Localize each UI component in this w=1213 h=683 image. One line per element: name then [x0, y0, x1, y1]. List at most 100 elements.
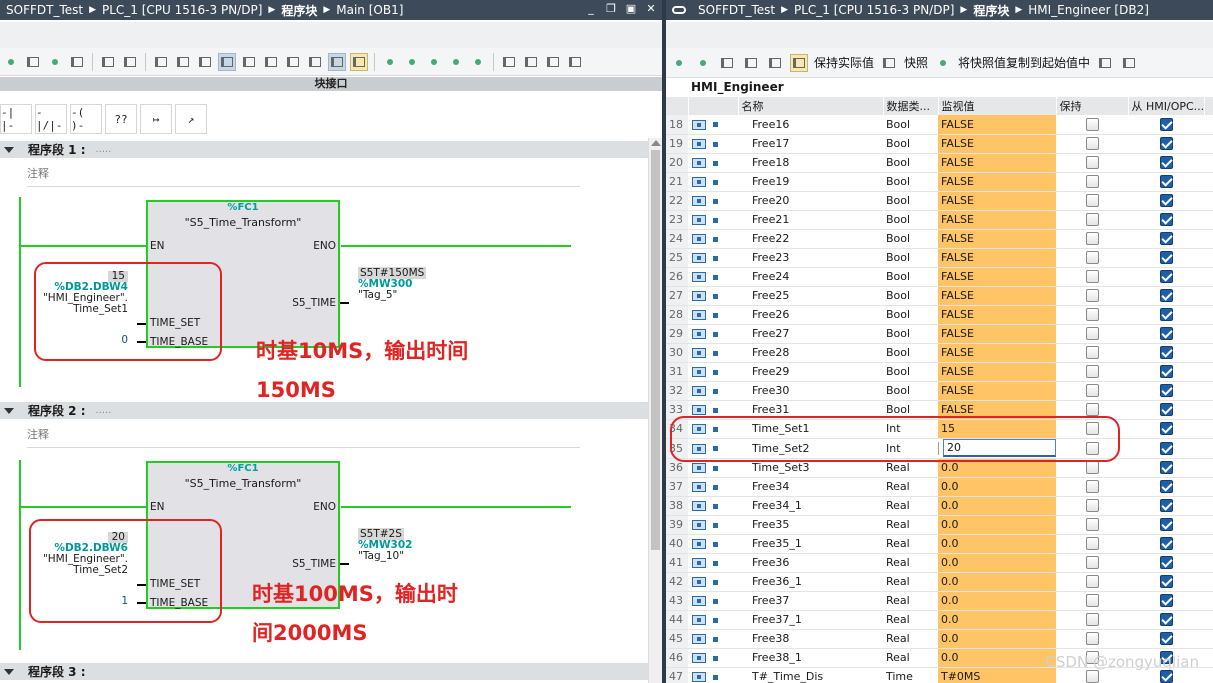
monitor-value-cell[interactable]: FALSE: [938, 324, 1056, 344]
toolbar-tool-icon[interactable]: [381, 53, 399, 71]
data-type[interactable]: Time: [883, 667, 938, 683]
toolbar-tool-icon[interactable]: [500, 53, 518, 71]
monitor-value-cell[interactable]: 0.0: [938, 629, 1056, 649]
column-monitor-value[interactable]: 监视值: [938, 97, 1057, 115]
data-type[interactable]: Bool: [883, 286, 938, 306]
variable-name[interactable]: Free29: [738, 362, 883, 382]
network-2-header[interactable]: 程序段 2 : .....: [0, 402, 662, 419]
network-1-header[interactable]: 程序段 1 : .....: [0, 141, 662, 158]
retain-checkbox[interactable]: [1085, 499, 1099, 513]
monitor-value-cell[interactable]: 0.0: [938, 477, 1056, 497]
toolbar-tool-icon[interactable]: [469, 53, 487, 71]
toolbar-tool-icon[interactable]: [447, 53, 465, 71]
hmi-access-checkbox[interactable]: [1159, 365, 1173, 379]
data-type[interactable]: Real: [883, 591, 938, 611]
toolbar-tool-icon[interactable]: [46, 53, 64, 71]
monitor-value-cell[interactable]: 0.0: [938, 610, 1056, 630]
table-row[interactable]: 41 Free36 Real 0.0: [666, 553, 1213, 573]
toolbar-tool-icon[interactable]: [2, 53, 20, 71]
open-branch-icon[interactable]: ↦: [140, 104, 172, 134]
toolbar-monitor-icon[interactable]: [350, 52, 368, 71]
monitor-value-cell[interactable]: FALSE: [938, 229, 1056, 249]
toolbar-tool-icon[interactable]: [262, 53, 280, 71]
retain-checkbox[interactable]: [1085, 270, 1099, 284]
network-1-title[interactable]: .....: [96, 144, 112, 155]
breadcrumb-program-blocks[interactable]: 程序块: [281, 2, 317, 19]
s5-time-operand[interactable]: S5T#150MS %MW300 "Tag_5": [358, 267, 427, 301]
hmi-access-checkbox[interactable]: [1159, 480, 1173, 494]
toolbar-comment-icon[interactable]: [218, 52, 236, 71]
monitor-value-cell[interactable]: FALSE: [938, 286, 1056, 306]
table-row[interactable]: 32 Free30 Bool FALSE: [666, 381, 1213, 401]
variable-name[interactable]: Free34_1: [738, 496, 883, 516]
breadcrumb-plc[interactable]: PLC_1 [CPU 1516-3 PN/DP]: [794, 3, 954, 17]
table-row[interactable]: 43 Free37 Real 0.0: [666, 591, 1213, 611]
retain-checkbox[interactable]: [1085, 308, 1099, 322]
variable-name[interactable]: Free37_1: [738, 610, 883, 630]
table-row[interactable]: 18 Free16 Bool FALSE: [666, 115, 1213, 135]
toolbar-tool-icon[interactable]: [68, 53, 86, 71]
data-type[interactable]: Real: [883, 648, 938, 668]
variable-name[interactable]: Free28: [738, 343, 883, 363]
variable-name[interactable]: Free38_1: [738, 648, 883, 668]
variable-name[interactable]: Free20: [738, 191, 883, 211]
retain-checkbox[interactable]: [1085, 365, 1099, 379]
breadcrumb-project[interactable]: SOFFDT_Test: [6, 3, 83, 17]
data-type[interactable]: Bool: [883, 134, 938, 154]
snapshot-button[interactable]: 快照: [904, 54, 928, 71]
empty-box-icon[interactable]: ??: [105, 104, 137, 134]
table-row[interactable]: 39 Free35 Real 0.0: [666, 515, 1213, 535]
hmi-access-checkbox[interactable]: [1159, 346, 1173, 360]
hmi-access-checkbox[interactable]: [1159, 232, 1173, 246]
hmi-access-checkbox[interactable]: [1159, 156, 1173, 170]
data-type[interactable]: Bool: [883, 343, 938, 363]
hmi-access-checkbox[interactable]: [1159, 499, 1173, 513]
data-type[interactable]: Bool: [883, 324, 938, 344]
breadcrumb-block[interactable]: Main [OB1]: [336, 3, 403, 17]
retain-checkbox[interactable]: [1085, 118, 1099, 131]
hmi-access-checkbox[interactable]: [1159, 270, 1173, 284]
retain-checkbox[interactable]: [1085, 175, 1099, 189]
variable-name[interactable]: Free36: [738, 553, 883, 573]
hmi-access-checkbox[interactable]: [1159, 670, 1173, 683]
monitor-value-cell[interactable]: FALSE: [938, 172, 1056, 192]
retain-checkbox[interactable]: [1085, 632, 1099, 646]
data-type[interactable]: Bool: [883, 229, 938, 249]
monitor-value-cell[interactable]: FALSE: [938, 267, 1056, 287]
toolbar-tool-icon[interactable]: [240, 53, 258, 71]
variable-name[interactable]: Free22: [738, 229, 883, 249]
table-row[interactable]: 45 Free38 Real 0.0: [666, 629, 1213, 649]
database-icon[interactable]: [880, 54, 898, 72]
monitor-value-cell[interactable]: T#0MS: [938, 667, 1056, 683]
minimize-icon[interactable]: _: [584, 2, 598, 16]
data-type[interactable]: Bool: [883, 172, 938, 192]
table-row[interactable]: 28 Free26 Bool FALSE: [666, 305, 1213, 325]
table-row[interactable]: 21 Free19 Bool FALSE: [666, 172, 1213, 192]
column-retain[interactable]: 保持: [1056, 97, 1129, 115]
retain-checkbox[interactable]: [1085, 575, 1099, 589]
collapse-arrow-icon[interactable]: [4, 407, 14, 414]
retain-checkbox[interactable]: [1085, 251, 1099, 265]
hmi-access-checkbox[interactable]: [1159, 422, 1173, 436]
hmi-access-checkbox[interactable]: [1159, 632, 1173, 646]
column-data-type[interactable]: 数据类...: [883, 97, 939, 115]
keep-actual-values-button[interactable]: 保持实际值: [814, 54, 874, 71]
expand-icon[interactable]: [718, 54, 736, 72]
retain-checkbox[interactable]: [1085, 670, 1099, 683]
toolbar-tool-icon[interactable]: [328, 52, 346, 71]
variable-name[interactable]: Free23: [738, 248, 883, 268]
hmi-access-checkbox[interactable]: [1159, 308, 1173, 322]
normally-open-contact-icon[interactable]: -| |-: [0, 104, 32, 134]
toolbar-tool-icon[interactable]: [403, 53, 421, 71]
table-row[interactable]: 38 Free34_1 Real 0.0: [666, 496, 1213, 516]
data-type[interactable]: Bool: [883, 381, 938, 401]
retain-checkbox[interactable]: [1085, 213, 1099, 227]
scroll-thumb[interactable]: [651, 150, 660, 550]
retain-checkbox[interactable]: [1085, 384, 1099, 398]
hmi-access-checkbox[interactable]: [1159, 384, 1173, 398]
variable-name[interactable]: Free16: [738, 115, 883, 135]
hmi-access-checkbox[interactable]: [1159, 556, 1173, 570]
copy-snapshot-icon[interactable]: [934, 54, 952, 72]
copy-snapshot-to-start-button[interactable]: 将快照值复制到起始值中: [958, 54, 1090, 71]
s5-time-operand[interactable]: S5T#2S %MW302 "Tag_10": [358, 528, 412, 562]
